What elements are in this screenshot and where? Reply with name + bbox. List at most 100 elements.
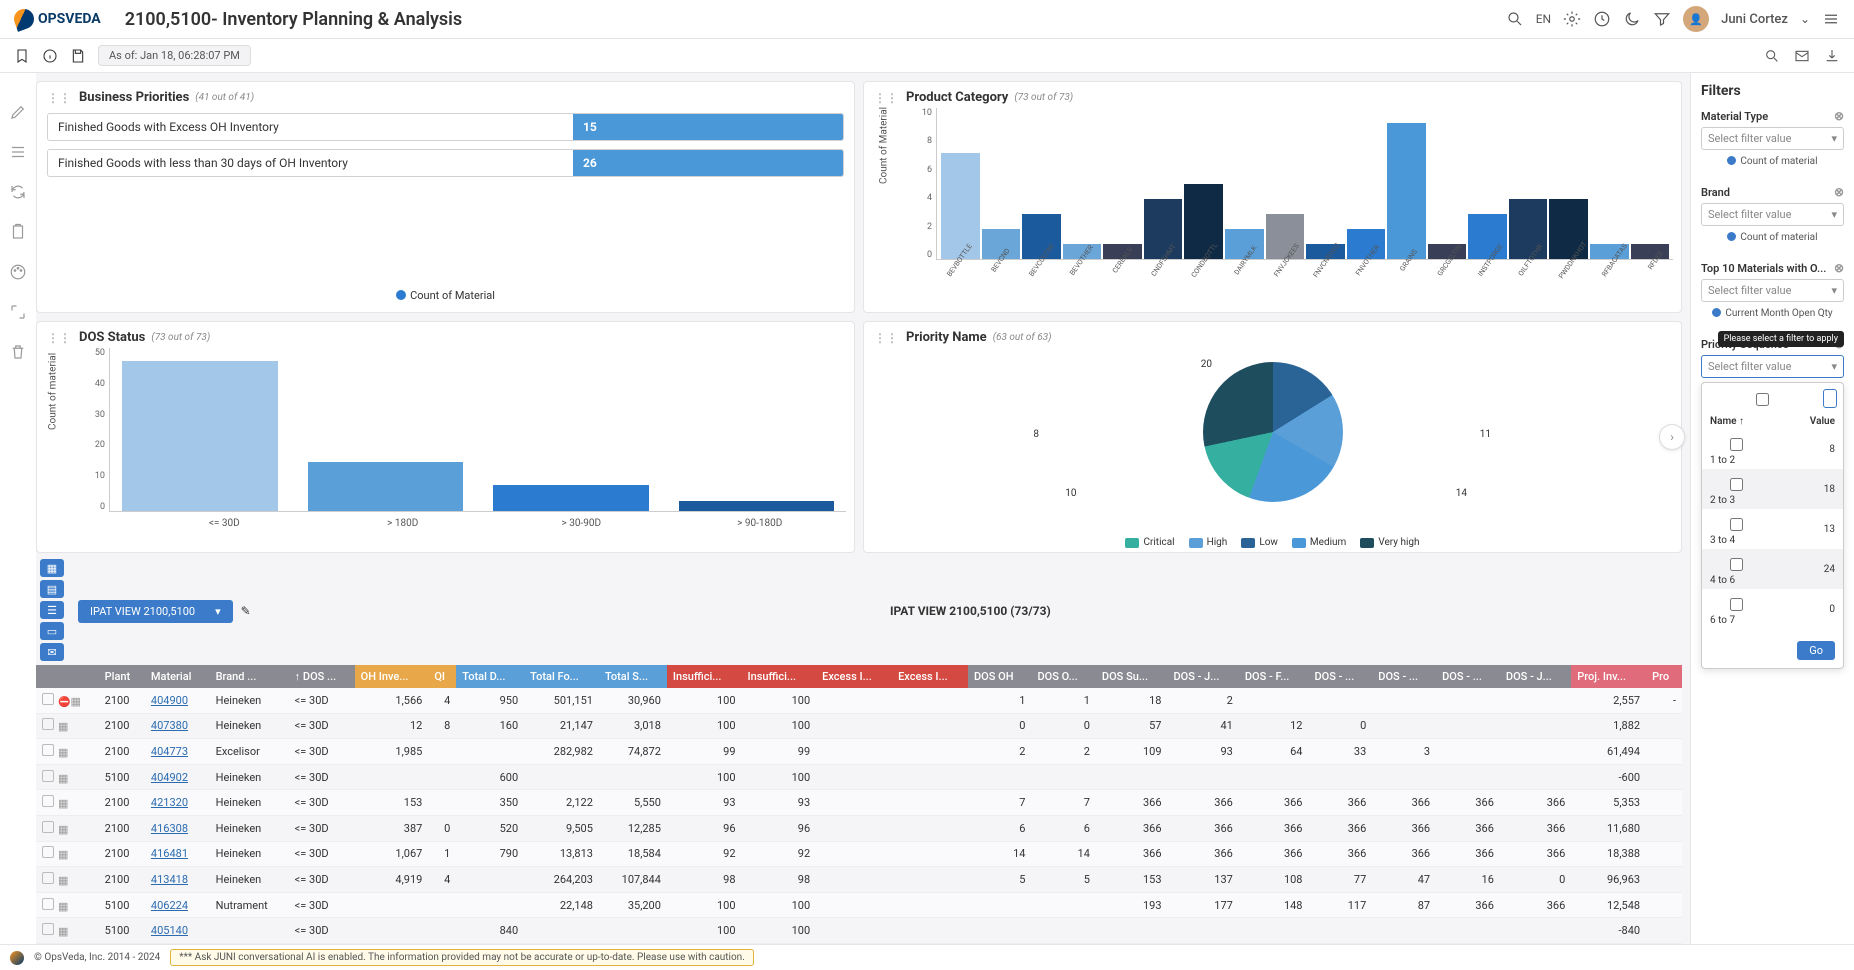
- pc-bar[interactable]: [1387, 123, 1426, 259]
- row-menu-icon[interactable]: ▦: [58, 925, 68, 938]
- filter-radio[interactable]: Count of material: [1701, 155, 1844, 167]
- material-link[interactable]: 416481: [151, 847, 188, 860]
- go-button[interactable]: Go: [1797, 641, 1835, 660]
- username[interactable]: Juni Cortez: [1721, 12, 1788, 27]
- col-header[interactable]: Total S...: [599, 665, 667, 688]
- col-header[interactable]: Insuffici...: [742, 665, 817, 688]
- col-header[interactable]: DOS - J...: [1500, 665, 1571, 688]
- col-header[interactable]: DOS Su...: [1096, 665, 1168, 688]
- row-checkbox[interactable]: [42, 821, 54, 833]
- pc-bar[interactable]: [941, 153, 980, 259]
- select-all-checkbox[interactable]: [1714, 393, 1811, 406]
- chevron-down-icon[interactable]: ⌄: [1800, 12, 1810, 26]
- material-link[interactable]: 421320: [151, 796, 188, 809]
- dos-bar[interactable]: [493, 485, 649, 511]
- table-row[interactable]: ▦ 2100 421320 Heineken <= 30D 1533502,12…: [36, 790, 1682, 816]
- search-icon-2[interactable]: [1764, 48, 1780, 64]
- dos-bar[interactable]: [679, 501, 835, 511]
- filter-option[interactable]: 1 to 28: [1702, 429, 1843, 469]
- clear-filter-icon[interactable]: ⊗: [1834, 109, 1844, 123]
- info-icon[interactable]: [42, 48, 58, 64]
- material-link[interactable]: 404773: [151, 745, 188, 758]
- row-checkbox[interactable]: [42, 693, 54, 705]
- col-header[interactable]: QI: [428, 665, 456, 688]
- filter-select[interactable]: Select filter value▾: [1701, 279, 1844, 302]
- option-checkbox[interactable]: [1716, 518, 1757, 531]
- material-link[interactable]: 405140: [151, 924, 188, 937]
- mail-rail-icon[interactable]: ✉: [40, 643, 64, 661]
- timestamp-pill[interactable]: As of: Jan 18, 06:28:07 PM: [98, 45, 251, 66]
- row-menu-icon[interactable]: ▦: [58, 848, 68, 861]
- row-checkbox[interactable]: [42, 898, 54, 910]
- option-checkbox[interactable]: [1716, 558, 1757, 571]
- col-header[interactable]: DOS - J...: [1168, 665, 1239, 688]
- filter-select[interactable]: Select filter value▾: [1701, 355, 1844, 378]
- download-icon[interactable]: [1824, 48, 1840, 64]
- material-link[interactable]: 404900: [151, 694, 188, 707]
- col-header[interactable]: DOS O...: [1031, 665, 1095, 688]
- row-checkbox[interactable]: [42, 846, 54, 858]
- filter-radio[interactable]: Count of material: [1701, 231, 1844, 243]
- col-header[interactable]: Total Fo...: [524, 665, 599, 688]
- legend-item[interactable]: Medium: [1292, 537, 1346, 548]
- expand-icon[interactable]: [9, 303, 27, 321]
- rows-icon[interactable]: ☰: [40, 601, 64, 619]
- row-checkbox[interactable]: [42, 744, 54, 756]
- legend-item[interactable]: Critical: [1125, 537, 1174, 548]
- row-menu-icon[interactable]: ▦: [58, 772, 68, 785]
- row-menu-icon[interactable]: ▦: [58, 900, 68, 913]
- avatar[interactable]: 👤: [1683, 6, 1709, 32]
- doc-icon[interactable]: ▭: [40, 622, 64, 640]
- pc-bar[interactable]: [1266, 214, 1305, 259]
- option-checkbox[interactable]: [1716, 598, 1757, 611]
- tiles-icon[interactable]: ▤: [40, 580, 64, 598]
- mail-icon[interactable]: [1794, 48, 1810, 64]
- menu-icon[interactable]: [1822, 10, 1840, 28]
- table-row[interactable]: ▦ 2100 413418 Heineken <= 30D 4,9194264,…: [36, 867, 1682, 893]
- filter-radio[interactable]: Current Month Open Qty: [1701, 307, 1844, 319]
- col-header[interactable]: Total D...: [456, 665, 524, 688]
- col-header[interactable]: DOS - ...: [1436, 665, 1500, 688]
- bookmark-icon[interactable]: [14, 48, 30, 64]
- clipboard-icon[interactable]: [9, 223, 27, 241]
- data-table[interactable]: PlantMaterialBrand ...↑ DOS ...OH Inve..…: [36, 665, 1682, 944]
- col-header[interactable]: Proj. Inv...: [1571, 665, 1646, 688]
- table-row[interactable]: ⛔▦ 2100 404900 Heineken <= 30D 1,5664950…: [36, 688, 1682, 713]
- edit-view-icon[interactable]: ✎: [241, 604, 251, 618]
- col-header[interactable]: OH Inve...: [355, 665, 429, 688]
- row-checkbox[interactable]: [42, 872, 54, 884]
- trash-icon[interactable]: [9, 343, 27, 361]
- grid-icon[interactable]: ▦: [40, 559, 64, 577]
- table-row[interactable]: ▦ 5100 404902 Heineken <= 30D 600 100100…: [36, 764, 1682, 790]
- row-checkbox[interactable]: [42, 795, 54, 807]
- table-row[interactable]: ▦ 2100 407380 Heineken <= 30D 12816021,1…: [36, 713, 1682, 739]
- palette-icon[interactable]: [9, 263, 27, 281]
- col-header[interactable]: Insuffici...: [667, 665, 742, 688]
- search-icon[interactable]: [1506, 10, 1524, 28]
- filter-option[interactable]: 4 to 624: [1702, 549, 1843, 589]
- material-link[interactable]: 416308: [151, 822, 188, 835]
- filter-option[interactable]: 2 to 318: [1702, 469, 1843, 509]
- drag-icon[interactable]: ⋮⋮: [47, 331, 71, 345]
- brand-logo[interactable]: OPSVEDA: [14, 9, 101, 29]
- material-link[interactable]: 404902: [151, 771, 188, 784]
- col-header[interactable]: Excess I...: [816, 665, 892, 688]
- col-header[interactable]: Material: [145, 665, 210, 688]
- refresh-icon[interactable]: [9, 183, 27, 201]
- col-header[interactable]: Excess I...: [892, 665, 968, 688]
- gear-icon[interactable]: [1563, 10, 1581, 28]
- drag-icon[interactable]: ⋮⋮: [47, 91, 71, 105]
- legend-item[interactable]: Low: [1241, 537, 1278, 548]
- col-header[interactable]: DOS - ...: [1308, 665, 1372, 688]
- row-menu-icon[interactable]: ▦: [58, 797, 68, 810]
- option-checkbox[interactable]: [1716, 438, 1757, 451]
- drag-icon[interactable]: ⋮⋮: [874, 91, 898, 105]
- table-row[interactable]: ▦ 5100 406224 Nutrament <= 30D 22,14835,…: [36, 892, 1682, 918]
- col-header[interactable]: DOS OH: [968, 665, 1032, 688]
- dos-bar[interactable]: [122, 361, 278, 511]
- lang-label[interactable]: EN: [1536, 12, 1551, 26]
- save-icon[interactable]: [70, 48, 86, 64]
- drag-icon[interactable]: ⋮⋮: [874, 331, 898, 345]
- table-row[interactable]: ▦ 2100 416481 Heineken <= 30D 1,06717901…: [36, 841, 1682, 867]
- table-row[interactable]: ▦ 5100 405140 <= 30D 840 100100 -840: [36, 918, 1682, 944]
